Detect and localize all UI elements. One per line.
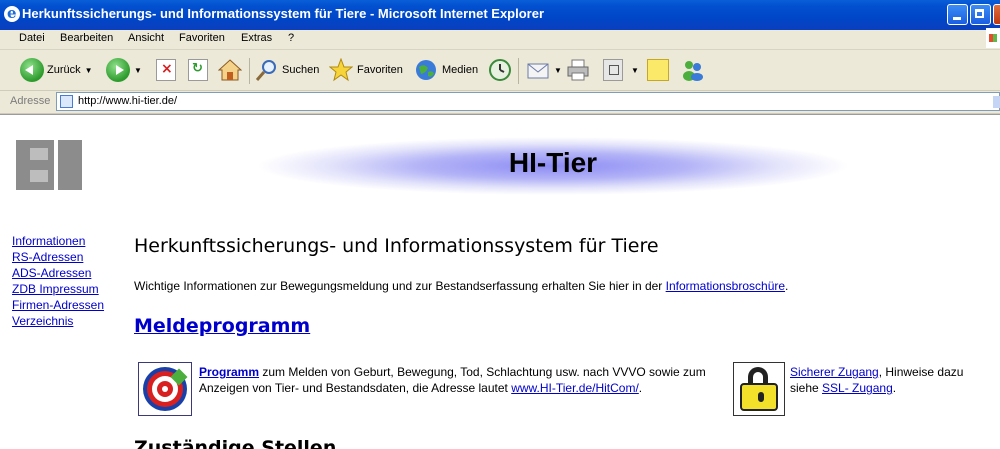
mail-icon	[527, 63, 549, 79]
back-button[interactable]: Zurück ▼	[20, 57, 93, 83]
mail-button[interactable]: ▼	[526, 57, 562, 83]
print-button[interactable]	[566, 57, 590, 83]
stop-icon: ×	[156, 59, 176, 81]
menu-extras[interactable]: Extras	[241, 32, 272, 44]
chevron-down-icon[interactable]: ▼	[631, 66, 639, 75]
address-url[interactable]: http://www.hi-tier.de/	[78, 95, 177, 107]
notes-button[interactable]	[647, 57, 669, 83]
nav-informationen[interactable]: Informationen	[12, 233, 104, 249]
intro-end: .	[785, 279, 789, 293]
section-title-meldeprogramm[interactable]: Meldeprogramm	[134, 315, 310, 337]
close-button[interactable]	[993, 4, 1000, 25]
printer-icon	[567, 59, 589, 81]
menu-bearbeiten[interactable]: Bearbeiten	[60, 32, 113, 44]
messenger-button[interactable]	[681, 57, 705, 83]
menu-bar: Datei Bearbeiten Ansicht Favoriten Extra…	[0, 30, 1000, 50]
back-arrow-icon	[20, 58, 44, 82]
back-label: Zurück	[47, 64, 81, 76]
windows-logo-icon	[986, 28, 1000, 48]
hi-tier-logo	[16, 140, 82, 190]
lock-icon[interactable]	[733, 362, 785, 416]
ssl-end: .	[892, 381, 897, 395]
search-button[interactable]: Suchen	[255, 57, 319, 83]
banner: HI-Tier	[258, 137, 848, 195]
banner-title: HI-Tier	[508, 147, 598, 178]
menu-help[interactable]: ?	[288, 32, 294, 44]
page-content: HI-Tier Informationen RS-Adressen ADS-Ad…	[0, 114, 1000, 449]
edit-button[interactable]: ▼	[603, 57, 639, 83]
star-icon	[329, 58, 353, 82]
window-title: Herkunftssicherungs- und Informationssys…	[22, 6, 545, 21]
left-navigation: Informationen RS-Adressen ADS-Adressen Z…	[12, 233, 104, 329]
search-icon	[255, 60, 276, 81]
minimize-button[interactable]	[947, 4, 968, 25]
favorites-button[interactable]: Favoriten	[329, 57, 403, 83]
section-title-zustaendige-stellen: Zuständige Stellen	[134, 437, 337, 449]
forward-arrow-icon	[106, 58, 130, 82]
target-icon[interactable]	[138, 362, 192, 416]
program-end: .	[638, 381, 643, 395]
toolbar-separator	[518, 58, 519, 84]
title-bar: e Herkunftssicherungs- und Informationss…	[0, 0, 1000, 30]
menu-ansicht[interactable]: Ansicht	[128, 32, 164, 44]
page-heading: Herkunftssicherungs- und Informationssys…	[134, 235, 659, 257]
ie-icon: e	[4, 4, 20, 22]
stop-button[interactable]: ×	[156, 57, 176, 83]
address-input[interactable]: http://www.hi-tier.de/	[56, 92, 1000, 111]
intro-paragraph: Wichtige Informationen zur Bewegungsmeld…	[134, 279, 788, 293]
nav-zdb-impressum[interactable]: ZDB Impressum	[12, 281, 104, 297]
history-icon	[489, 59, 511, 81]
menu-favoriten[interactable]: Favoriten	[179, 32, 225, 44]
media-label: Medien	[442, 64, 479, 76]
scrollbar[interactable]	[993, 96, 1000, 108]
address-bar: Adresse http://www.hi-tier.de/	[0, 91, 1000, 114]
note-icon	[647, 59, 669, 81]
menu-datei[interactable]: Datei	[19, 32, 45, 44]
nav-rs-adressen[interactable]: RS-Adressen	[12, 249, 104, 265]
media-button[interactable]: Medien	[414, 57, 478, 83]
hitcom-link[interactable]: www.HI-Tier.de/HitCom/	[511, 381, 639, 395]
media-globe-icon	[416, 60, 436, 80]
secure-access-link[interactable]: Sicherer Zugang	[790, 365, 879, 379]
search-label: Suchen	[282, 64, 320, 76]
favorites-label: Favoriten	[357, 64, 403, 76]
chevron-down-icon[interactable]: ▼	[85, 66, 93, 75]
program-link[interactable]: Programm	[199, 365, 259, 379]
program-description: Programm zum Melden von Geburt, Bewegung…	[199, 364, 727, 396]
refresh-button[interactable]: ↻	[188, 57, 208, 83]
brochure-link[interactable]: Informationsbroschüre	[666, 279, 785, 293]
ssl-link[interactable]: SSL- Zugang	[822, 381, 893, 395]
toolbar-separator	[249, 58, 250, 84]
edit-icon	[603, 59, 623, 81]
nav-ads-adressen[interactable]: ADS-Adressen	[12, 265, 104, 281]
maximize-button[interactable]	[970, 4, 991, 25]
page-icon	[60, 95, 73, 108]
forward-button[interactable]: ▼	[106, 57, 142, 83]
toolbar: Zurück ▼ ▼ × ↻ Suchen Favoriten Medien ▼…	[0, 50, 1000, 91]
ssl-description: Sicherer Zugang, Hinweise dazu siehe SSL…	[790, 364, 990, 396]
chevron-down-icon[interactable]: ▼	[554, 66, 562, 75]
nav-firmen-adressen[interactable]: Firmen-Adressen	[12, 297, 104, 313]
nav-verzeichnis[interactable]: Verzeichnis	[12, 313, 104, 329]
address-label: Adresse	[10, 95, 51, 107]
history-button[interactable]	[488, 57, 512, 83]
messenger-icon	[683, 61, 703, 81]
chevron-down-icon[interactable]: ▼	[134, 66, 142, 75]
refresh-icon: ↻	[188, 59, 208, 81]
home-button[interactable]	[218, 57, 242, 83]
intro-text: Wichtige Informationen zur Bewegungsmeld…	[134, 279, 666, 293]
home-icon	[218, 59, 242, 81]
